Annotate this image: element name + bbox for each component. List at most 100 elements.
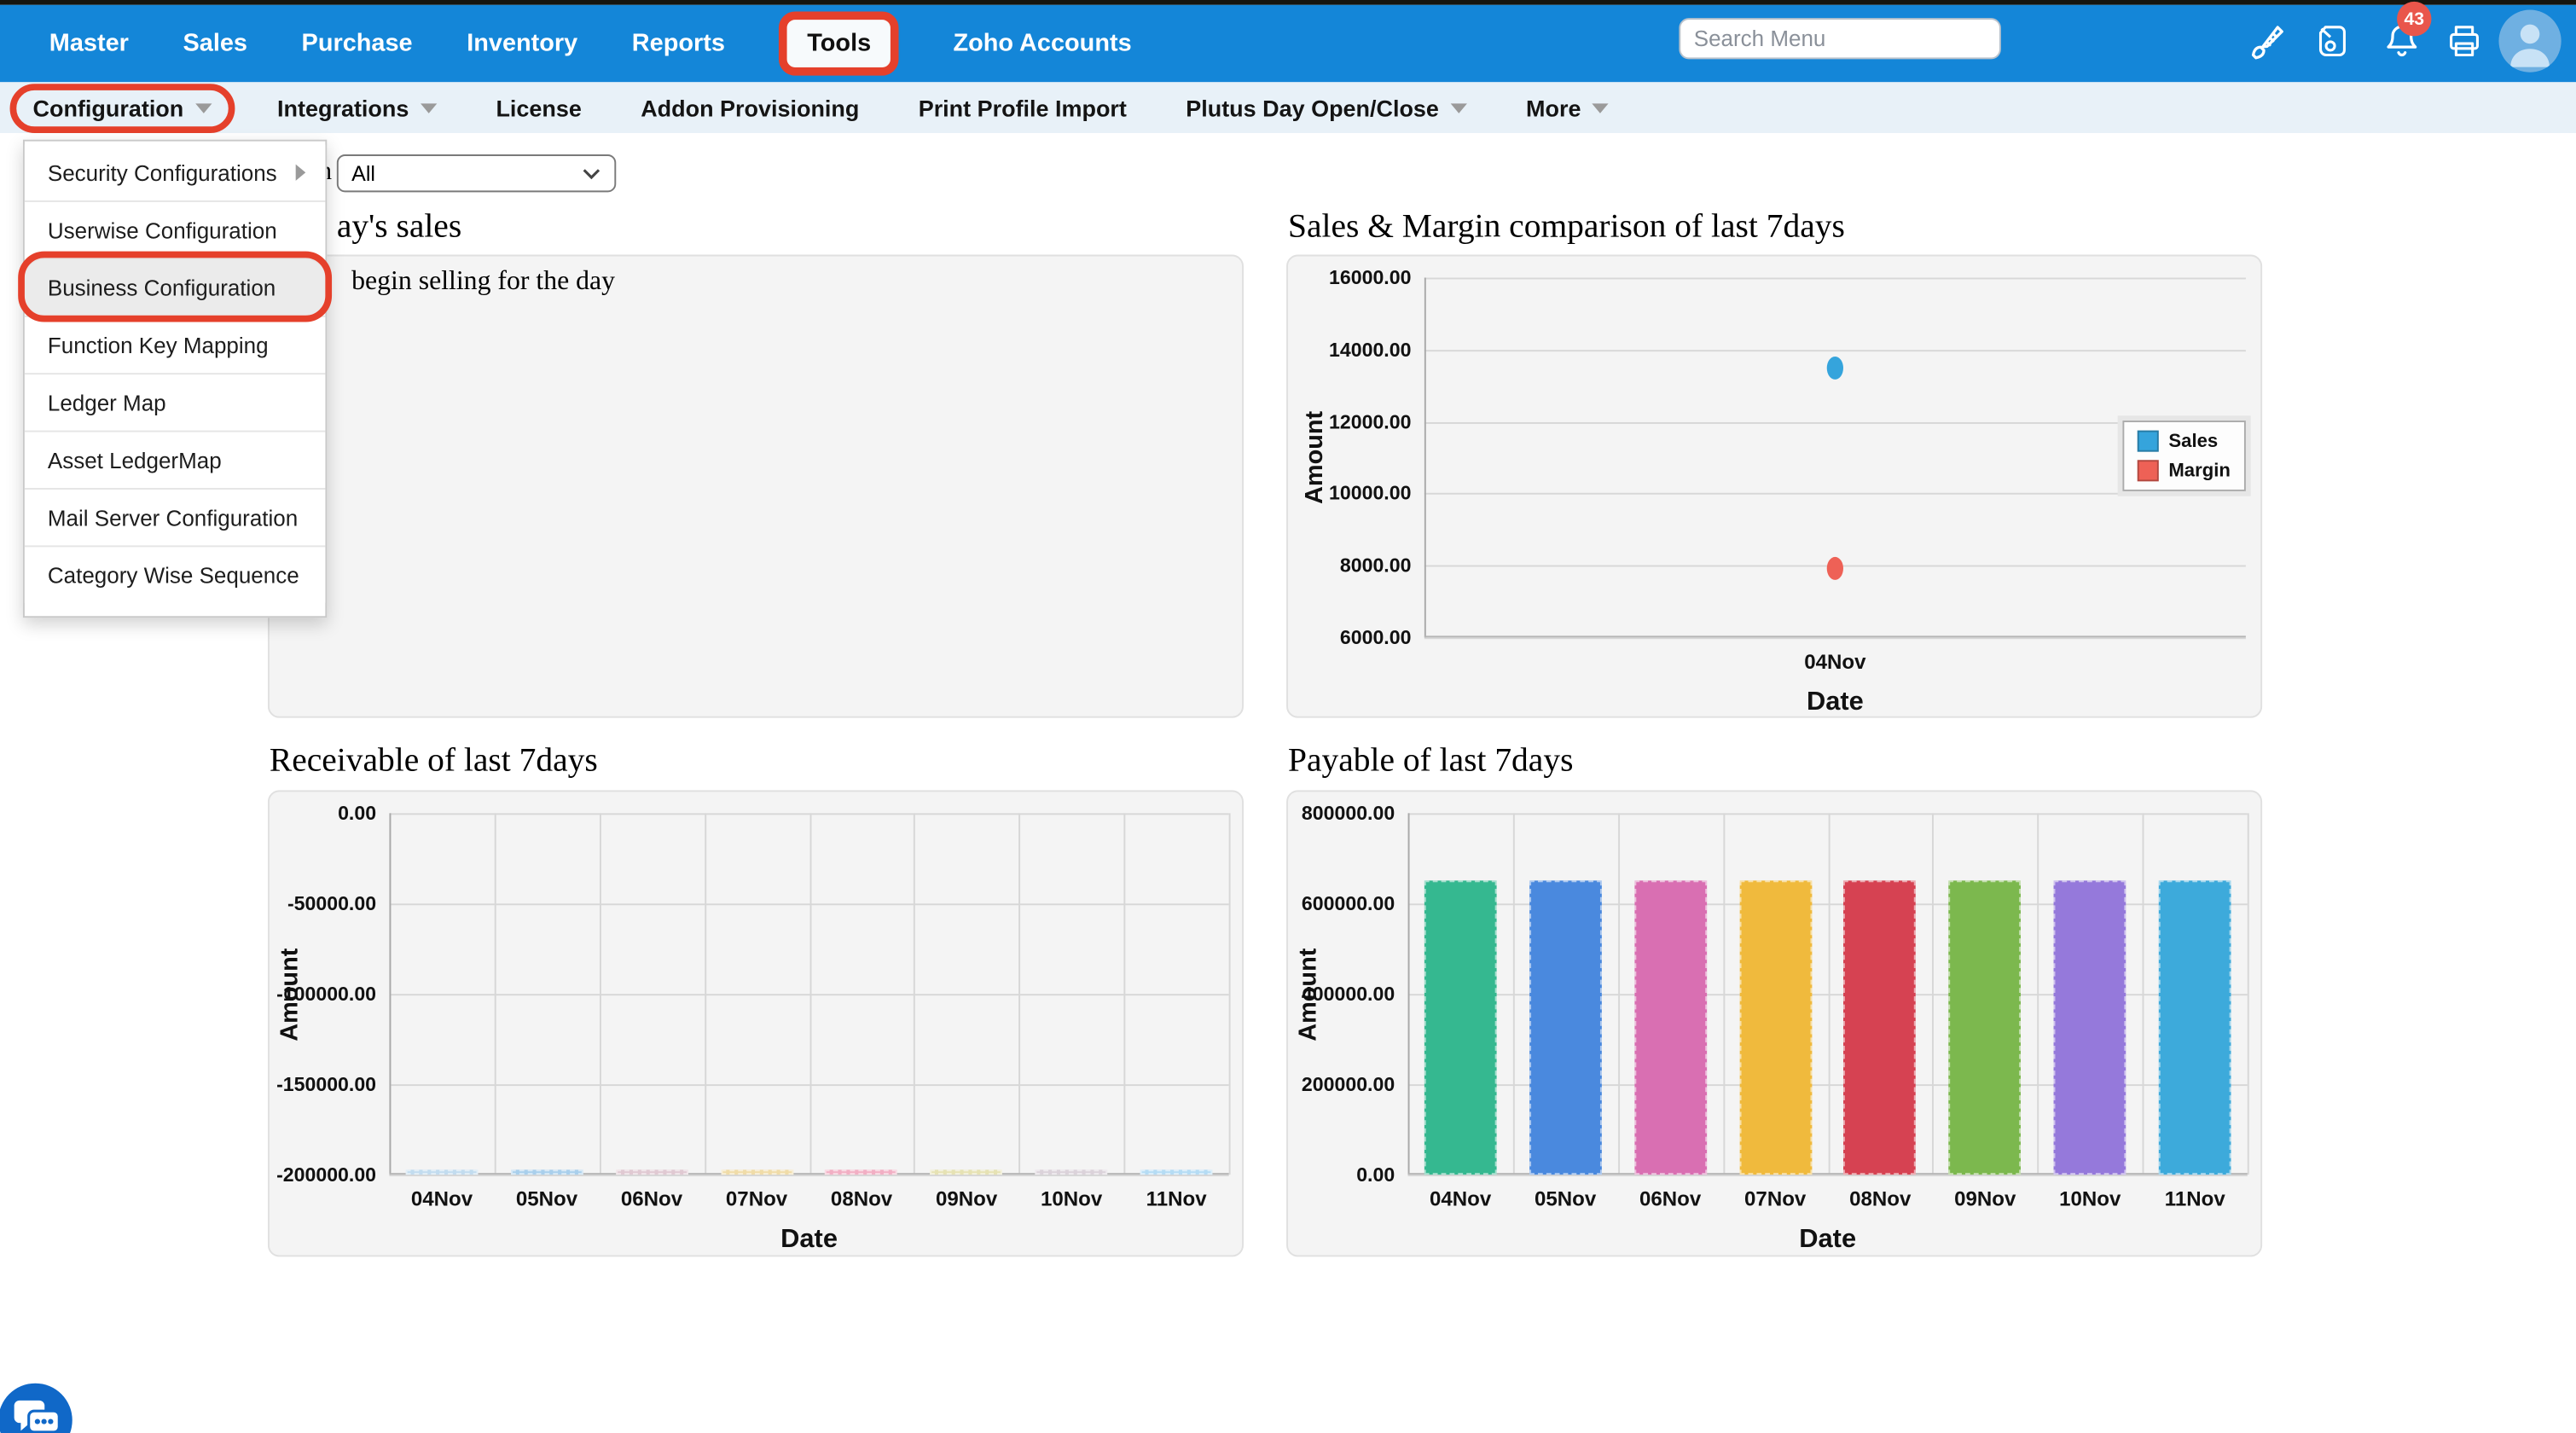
y-axis-line — [1408, 813, 1410, 1175]
horizontal-gridline — [1424, 494, 2246, 496]
menu-item-label: Business Configuration — [48, 276, 276, 300]
subnav-item-label: Configuration — [33, 95, 184, 121]
subnav-item-addon-provisioning[interactable]: Addon Provisioning — [641, 95, 859, 121]
y-axis-title: Amount — [1298, 277, 1332, 637]
bar-06Nov — [616, 1169, 688, 1175]
y-axis-title: Amount — [1291, 813, 1325, 1175]
topnav-item-tools[interactable]: Tools — [780, 11, 899, 75]
subnav-item-configuration[interactable]: Configuration — [10, 83, 235, 132]
menu-item-label: Function Key Mapping — [48, 333, 269, 357]
subnav-item-plutus-day-open-close[interactable]: Plutus Day Open/Close — [1186, 95, 1466, 121]
bar-10Nov — [1036, 1169, 1108, 1175]
legend-label: Margin — [2168, 461, 2231, 480]
notification-count-badge: 43 — [2397, 2, 2431, 36]
branch-select-value: All — [351, 161, 375, 186]
menu-item-security-configurations[interactable]: Security Configurations — [25, 144, 325, 200]
y-axis-title-text: Amount — [1294, 948, 1322, 1041]
zoho-books-icon[interactable] — [2313, 21, 2353, 61]
bar-04Nov — [406, 1169, 479, 1175]
legend-swatch — [2138, 460, 2159, 481]
vertical-gridline — [1229, 813, 1231, 1175]
menu-item-mail-server-configuration[interactable]: Mail Server Configuration — [25, 488, 325, 545]
submenu-arrow-icon — [296, 165, 306, 181]
horizontal-gridline — [1408, 1175, 2248, 1176]
subnav-item-label: Addon Provisioning — [641, 95, 859, 121]
caret-down-icon — [1450, 102, 1466, 113]
subnav-item-more[interactable]: More — [1526, 95, 1609, 121]
chat-bubbles-icon — [0, 1384, 73, 1433]
bar-11Nov — [2159, 881, 2231, 1175]
chevron-down-icon — [582, 166, 601, 179]
menu-item-asset-ledgermap[interactable]: Asset LedgerMap — [25, 431, 325, 488]
bar-08Nov — [826, 1169, 898, 1175]
plutus-app-window: Master Sales Purchase Inventory Reports Tools… — [0, 0, 2576, 1432]
todays-sales-card: begin selling for the day — [268, 255, 1244, 718]
subnav-item-label: License — [496, 95, 581, 121]
bar-06Nov — [1634, 881, 1707, 1175]
subnav-items: Configuration Integrations License Addon Pr… — [0, 95, 1609, 121]
subnav-item-print-profile-import[interactable]: Print Profile Import — [919, 95, 1127, 121]
point-margin-04Nov — [1827, 558, 1843, 581]
horizontal-gridline — [389, 994, 1228, 995]
search-input[interactable] — [1679, 18, 2000, 59]
bar-09Nov — [1949, 881, 2022, 1175]
menu-item-business-configuration[interactable]: Business Configuration — [25, 258, 325, 315]
todays-sales-message: begin selling for the day — [351, 264, 615, 298]
y-axis-title: Amount — [273, 813, 306, 1175]
configuration-dropdown-menu: Security Configurations Userwise Configur… — [23, 140, 327, 618]
vertical-gridline — [2248, 813, 2249, 1175]
bar-11Nov — [1140, 1169, 1213, 1175]
menu-item-ledger-map[interactable]: Ledger Map — [25, 373, 325, 430]
bar-10Nov — [2054, 881, 2126, 1175]
menu-item-label: Security Configurations — [48, 160, 277, 185]
menu-item-label: Category Wise Sequence — [48, 563, 299, 588]
caret-down-icon — [421, 102, 437, 113]
x-axis-title: Date — [1408, 1226, 2248, 1256]
person-icon — [2498, 10, 2561, 73]
sales-margin-chart: 16000.0014000.0012000.0010000.008000.006… — [1286, 255, 2262, 718]
topnav-item-inventory[interactable]: Inventory — [467, 30, 577, 58]
receivable-chart: 0.00-50000.00-100000.00-150000.00-200000… — [268, 790, 1244, 1256]
brush-icon[interactable] — [2248, 21, 2287, 61]
subnav-item-label: Plutus Day Open/Close — [1186, 95, 1439, 121]
y-axis-line — [389, 813, 391, 1175]
top-navigation-bar: Master Sales Purchase Inventory Reports Tools… — [0, 5, 2576, 83]
bar-09Nov — [931, 1169, 1003, 1175]
chat-fab-button[interactable] — [0, 1384, 73, 1433]
menu-item-function-key-mapping[interactable]: Function Key Mapping — [25, 316, 325, 373]
topnav-items: Master Sales Purchase Inventory Reports Tools… — [0, 11, 1132, 75]
subnav-item-label: More — [1526, 95, 1581, 121]
payable-title: Payable of last 7days — [1288, 743, 1573, 780]
y-axis-title-text: Amount — [1300, 411, 1328, 504]
horizontal-gridline — [389, 1175, 1228, 1176]
bar-08Nov — [1844, 881, 1917, 1175]
x-axis-line — [1424, 635, 2246, 637]
branch-select[interactable]: All — [337, 154, 616, 192]
subnav-item-label: Integrations — [277, 95, 409, 121]
menu-item-label: Userwise Configuration — [48, 218, 277, 242]
bar-04Nov — [1424, 881, 1497, 1175]
caret-down-icon — [195, 102, 212, 113]
print-icon[interactable] — [2445, 21, 2484, 61]
menu-item-category-wise-sequence[interactable]: Category Wise Sequence — [25, 545, 325, 602]
plot-area-payable — [1408, 813, 2248, 1175]
topnav-item-zoho-accounts[interactable]: Zoho Accounts — [953, 30, 1131, 58]
user-avatar[interactable] — [2498, 10, 2561, 73]
menu-item-userwise-configuration[interactable]: Userwise Configuration — [25, 200, 325, 258]
subnav-item-license[interactable]: License — [496, 95, 581, 121]
caret-down-icon — [1593, 102, 1609, 113]
legend-entry-margin: Margin — [2138, 460, 2231, 481]
horizontal-gridline — [389, 813, 1228, 815]
menu-item-label: Mail Server Configuration — [48, 505, 298, 530]
topnav-item-reports[interactable]: Reports — [632, 30, 725, 58]
topnav-item-sales[interactable]: Sales — [183, 30, 247, 58]
topnav-item-purchase[interactable]: Purchase — [302, 30, 413, 58]
legend-entry-sales: Sales — [2138, 431, 2231, 452]
subnav-item-integrations[interactable]: Integrations — [277, 95, 437, 121]
receivable-title: Receivable of last 7days — [270, 743, 598, 780]
horizontal-gridline — [1424, 350, 2246, 351]
horizontal-gridline — [389, 903, 1228, 905]
screen: Master Sales Purchase Inventory Reports Tools… — [0, 0, 2576, 1433]
topnav-item-master[interactable]: Master — [49, 30, 129, 58]
legend-label: Sales — [2168, 432, 2218, 451]
